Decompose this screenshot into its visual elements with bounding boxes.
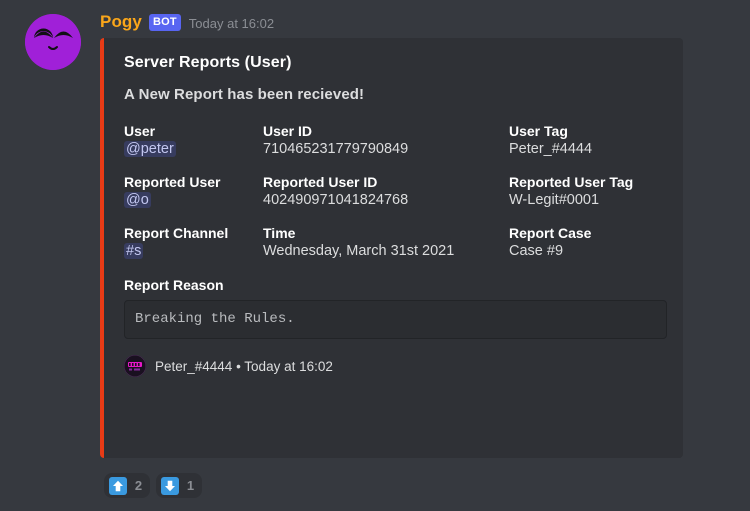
field-value: 710465231779790849 bbox=[263, 141, 409, 157]
embed-field-reported-user: Reported User @o bbox=[124, 174, 263, 208]
channel-mention[interactable]: #s bbox=[124, 243, 144, 259]
upvote-arrow-icon bbox=[109, 476, 127, 495]
embed-field-time: Time Wednesday, March 31st 2021 bbox=[263, 225, 509, 259]
reaction-downvote[interactable]: 1 bbox=[156, 473, 202, 498]
message-body: Pogy BOT Today at 16:02 Server Reports (… bbox=[100, 10, 750, 458]
field-name: Report Channel bbox=[124, 225, 229, 241]
reported-user-mention[interactable]: @o bbox=[124, 192, 151, 208]
footer-text: Peter_#4444 • Today at 16:02 bbox=[155, 358, 333, 374]
embed-field-report-reason: Report Reason Breaking the Rules. bbox=[124, 277, 667, 340]
field-name: Reported User Tag bbox=[509, 174, 634, 190]
embed-title: Server Reports (User) bbox=[124, 54, 292, 71]
field-value: Case #9 bbox=[509, 243, 564, 259]
field-name: Report Reason bbox=[124, 277, 224, 293]
chat-message: Pogy BOT Today at 16:02 Server Reports (… bbox=[0, 0, 750, 458]
field-name: Reported User bbox=[124, 174, 221, 190]
reaction-count: 2 bbox=[134, 478, 143, 493]
embed-footer: Peter_#4444 • Today at 16:02 bbox=[124, 355, 667, 378]
field-name: User ID bbox=[263, 123, 313, 139]
message-reactions: 2 1 bbox=[104, 473, 202, 498]
field-name: Reported User ID bbox=[263, 174, 378, 190]
downvote-arrow-icon bbox=[161, 476, 179, 495]
embed-field-report-case: Report Case Case #9 bbox=[509, 225, 667, 259]
embed-field-reported-user-id: Reported User ID 402490971041824768 bbox=[263, 174, 509, 208]
field-value: W-Legit#0001 bbox=[509, 192, 600, 208]
report-reason-codeblock: Breaking the Rules. bbox=[124, 300, 667, 340]
footer-avatar-icon bbox=[124, 355, 146, 378]
field-value: @peter bbox=[124, 141, 263, 157]
embed-card: Server Reports (User) A New Report has b… bbox=[100, 38, 683, 458]
embed-description: A New Report has been recieved! bbox=[124, 86, 365, 103]
embed-field-user-id: User ID 710465231779790849 bbox=[263, 123, 509, 157]
field-name: User Tag bbox=[509, 123, 568, 139]
field-name: Time bbox=[263, 225, 296, 241]
bot-avatar[interactable] bbox=[25, 14, 81, 70]
field-name: Report Case bbox=[509, 225, 592, 241]
field-value: Wednesday, March 31st 2021 bbox=[263, 243, 455, 259]
field-value: #s bbox=[124, 243, 263, 259]
field-value: 402490971041824768 bbox=[263, 192, 409, 208]
field-value: @o bbox=[124, 192, 263, 208]
embed-field-reported-user-tag: Reported User Tag W-Legit#0001 bbox=[509, 174, 667, 208]
message-header: Pogy BOT Today at 16:02 bbox=[100, 10, 750, 34]
embed-field-report-channel: Report Channel #s bbox=[124, 225, 263, 259]
reaction-count: 1 bbox=[186, 478, 195, 493]
embed-field-user-tag: User Tag Peter_#4444 bbox=[509, 123, 667, 157]
message-timestamp: Today at 16:02 bbox=[188, 15, 275, 31]
bot-badge: BOT bbox=[148, 13, 181, 31]
user-mention[interactable]: @peter bbox=[124, 141, 176, 157]
reaction-upvote[interactable]: 2 bbox=[104, 473, 150, 498]
author-username[interactable]: Pogy bbox=[100, 12, 142, 32]
embed-field-user: User @peter bbox=[124, 123, 263, 157]
field-value: Peter_#4444 bbox=[509, 141, 593, 157]
field-name: User bbox=[124, 123, 156, 139]
embed-fields: User @peter User ID 710465231779790849 U… bbox=[124, 123, 667, 259]
